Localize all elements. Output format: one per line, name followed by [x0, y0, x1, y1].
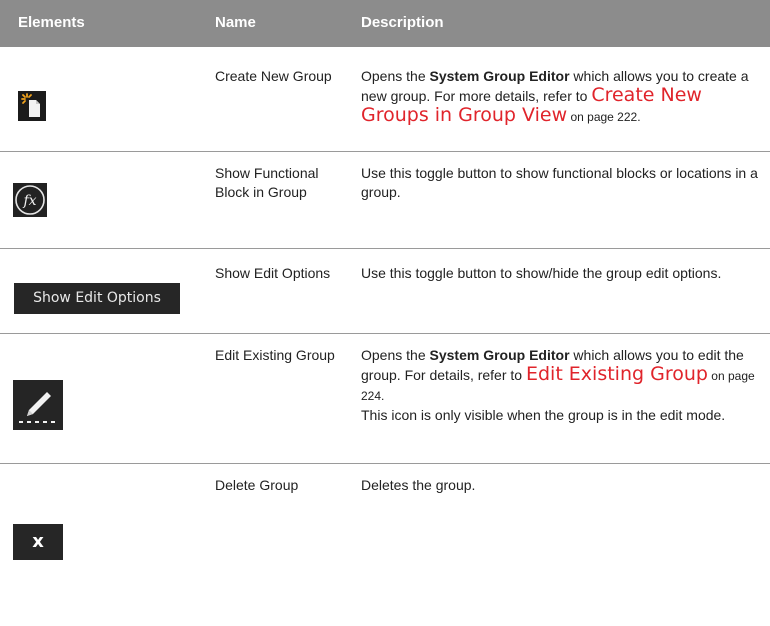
table-row: Show Edit Options Show Edit Options Use …: [0, 249, 770, 334]
table-row: Edit Existing Group Opens the System Gro…: [0, 334, 770, 464]
svg-text:fx: fx: [22, 193, 36, 209]
row-description: Use this toggle button to show functiona…: [361, 165, 758, 200]
row-description: Opens the System Group Editor which allo…: [361, 68, 749, 126]
header-description: Description: [361, 14, 444, 31]
header-name: Name: [215, 14, 256, 31]
edit-existing-group-link[interactable]: Edit Existing Group: [526, 363, 708, 385]
row-name: Edit Existing Group: [215, 347, 335, 363]
create-new-group-icon[interactable]: [18, 91, 46, 121]
row-description: Use this toggle button to show/hide the …: [361, 265, 722, 281]
row-name: Delete Group: [215, 477, 299, 493]
table-row: fx Show Functional Block in Group Use th…: [0, 152, 770, 249]
row-description: Deletes the group.: [361, 477, 476, 493]
row-name: Create New Group: [215, 68, 332, 84]
edit-pencil-icon[interactable]: [13, 380, 63, 430]
close-x-icon[interactable]: x: [13, 524, 63, 560]
row-name: Show Edit Options: [215, 265, 331, 281]
table-header: Elements Name Description: [0, 0, 770, 47]
fx-icon[interactable]: fx: [13, 183, 47, 217]
row-name: Show Functional Block in Group: [215, 165, 319, 200]
table-row: x Delete Group Deletes the group.: [0, 464, 770, 590]
show-edit-options-button[interactable]: Show Edit Options: [14, 283, 180, 314]
row-description: Opens the System Group Editor which allo…: [361, 347, 755, 423]
table-row: Create New Group Opens the System Group …: [0, 47, 770, 152]
header-elements: Elements: [18, 14, 85, 31]
